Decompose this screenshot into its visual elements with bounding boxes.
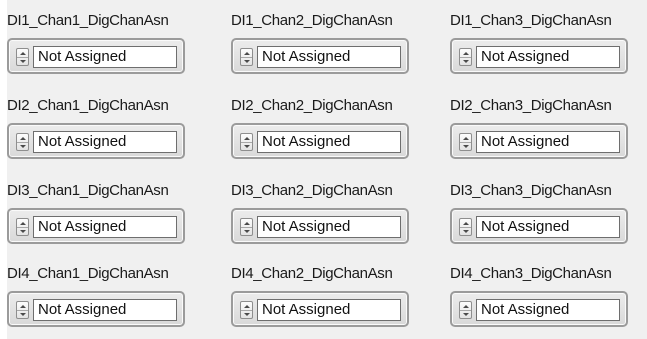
decrement-button[interactable] — [460, 310, 471, 318]
ring-control[interactable]: Not Assigned — [450, 38, 628, 74]
triangle-down-icon — [243, 59, 250, 63]
ring-value-display[interactable]: Not Assigned — [476, 46, 620, 68]
ring-value-display[interactable]: Not Assigned — [33, 131, 177, 153]
triangle-up-icon — [19, 304, 26, 308]
channel-control-di1-chan2: DI1_Chan2_DigChanAsn Not Assigned — [231, 0, 441, 84]
increment-decrement-spinner[interactable] — [16, 301, 29, 319]
decrement-button[interactable] — [241, 57, 252, 65]
channel-control-di4-chan1: DI4_Chan1_DigChanAsn Not Assigned — [7, 253, 217, 337]
triangle-down-icon — [243, 312, 250, 316]
decrement-button[interactable] — [17, 142, 28, 150]
increment-decrement-spinner[interactable] — [240, 133, 253, 151]
decrement-button[interactable] — [460, 57, 471, 65]
control-label: DI1_Chan2_DigChanAsn — [231, 12, 393, 29]
ring-value-display[interactable]: Not Assigned — [257, 131, 401, 153]
control-label: DI2_Chan2_DigChanAsn — [231, 97, 393, 114]
triangle-down-icon — [462, 229, 469, 233]
ring-control[interactable]: Not Assigned — [231, 208, 409, 244]
decrement-button[interactable] — [17, 227, 28, 235]
increment-decrement-spinner[interactable] — [16, 218, 29, 236]
decrement-button[interactable] — [241, 142, 252, 150]
ring-control[interactable]: Not Assigned — [7, 123, 185, 159]
triangle-up-icon — [243, 304, 250, 308]
ring-value-display[interactable]: Not Assigned — [476, 131, 620, 153]
decrement-button[interactable] — [460, 142, 471, 150]
triangle-up-icon — [462, 136, 469, 140]
control-label: DI3_Chan3_DigChanAsn — [450, 182, 612, 199]
decrement-button[interactable] — [241, 310, 252, 318]
increment-decrement-spinner[interactable] — [240, 218, 253, 236]
ring-control[interactable]: Not Assigned — [7, 291, 185, 327]
increment-decrement-spinner[interactable] — [459, 218, 472, 236]
ring-control[interactable]: Not Assigned — [7, 38, 185, 74]
triangle-up-icon — [462, 51, 469, 55]
increment-decrement-spinner[interactable] — [240, 301, 253, 319]
control-label: DI4_Chan2_DigChanAsn — [231, 265, 393, 282]
triangle-up-icon — [19, 221, 26, 225]
triangle-down-icon — [243, 229, 250, 233]
ring-value-display[interactable]: Not Assigned — [257, 46, 401, 68]
triangle-up-icon — [19, 136, 26, 140]
triangle-up-icon — [243, 221, 250, 225]
control-label: DI2_Chan1_DigChanAsn — [7, 97, 169, 114]
triangle-up-icon — [19, 51, 26, 55]
channel-control-di2-chan2: DI2_Chan2_DigChanAsn Not Assigned — [231, 85, 441, 169]
channel-control-di3-chan1: DI3_Chan1_DigChanAsn Not Assigned — [7, 170, 217, 254]
triangle-down-icon — [19, 312, 26, 316]
ring-value-display[interactable]: Not Assigned — [33, 46, 177, 68]
control-label: DI4_Chan1_DigChanAsn — [7, 265, 169, 282]
ring-control[interactable]: Not Assigned — [7, 208, 185, 244]
channel-control-di2-chan1: DI2_Chan1_DigChanAsn Not Assigned — [7, 85, 217, 169]
ring-value-display[interactable]: Not Assigned — [257, 299, 401, 321]
ring-value-display[interactable]: Not Assigned — [33, 299, 177, 321]
control-label: DI2_Chan3_DigChanAsn — [450, 97, 612, 114]
triangle-down-icon — [462, 312, 469, 316]
decrement-button[interactable] — [17, 310, 28, 318]
decrement-button[interactable] — [17, 57, 28, 65]
control-label: DI1_Chan1_DigChanAsn — [7, 12, 169, 29]
ring-value-display[interactable]: Not Assigned — [257, 216, 401, 238]
ring-control[interactable]: Not Assigned — [231, 38, 409, 74]
triangle-down-icon — [19, 144, 26, 148]
channel-control-di4-chan3: DI4_Chan3_DigChanAsn Not Assigned — [450, 253, 647, 337]
triangle-down-icon — [19, 59, 26, 63]
increment-decrement-spinner[interactable] — [459, 133, 472, 151]
decrement-button[interactable] — [460, 227, 471, 235]
increment-decrement-spinner[interactable] — [16, 133, 29, 151]
ring-control[interactable]: Not Assigned — [450, 208, 628, 244]
ring-value-display[interactable]: Not Assigned — [33, 216, 177, 238]
channel-control-di4-chan2: DI4_Chan2_DigChanAsn Not Assigned — [231, 253, 441, 337]
ring-control[interactable]: Not Assigned — [450, 291, 628, 327]
triangle-up-icon — [243, 136, 250, 140]
triangle-up-icon — [243, 51, 250, 55]
front-panel: DI1_Chan1_DigChanAsn Not Assigned DI1_Ch… — [7, 0, 647, 339]
control-label: DI4_Chan3_DigChanAsn — [450, 265, 612, 282]
triangle-up-icon — [462, 221, 469, 225]
increment-decrement-spinner[interactable] — [459, 48, 472, 66]
triangle-down-icon — [19, 229, 26, 233]
channel-control-di2-chan3: DI2_Chan3_DigChanAsn Not Assigned — [450, 85, 647, 169]
channel-control-di3-chan3: DI3_Chan3_DigChanAsn Not Assigned — [450, 170, 647, 254]
control-label: DI3_Chan1_DigChanAsn — [7, 182, 169, 199]
triangle-down-icon — [462, 144, 469, 148]
triangle-down-icon — [462, 59, 469, 63]
increment-decrement-spinner[interactable] — [240, 48, 253, 66]
channel-control-di1-chan1: DI1_Chan1_DigChanAsn Not Assigned — [7, 0, 217, 84]
triangle-down-icon — [243, 144, 250, 148]
ring-value-display[interactable]: Not Assigned — [476, 299, 620, 321]
control-label: DI3_Chan2_DigChanAsn — [231, 182, 393, 199]
control-label: DI1_Chan3_DigChanAsn — [450, 12, 612, 29]
triangle-up-icon — [462, 304, 469, 308]
ring-control[interactable]: Not Assigned — [450, 123, 628, 159]
decrement-button[interactable] — [241, 227, 252, 235]
channel-control-di3-chan2: DI3_Chan2_DigChanAsn Not Assigned — [231, 170, 441, 254]
ring-control[interactable]: Not Assigned — [231, 291, 409, 327]
ring-control[interactable]: Not Assigned — [231, 123, 409, 159]
increment-decrement-spinner[interactable] — [459, 301, 472, 319]
increment-decrement-spinner[interactable] — [16, 48, 29, 66]
channel-control-di1-chan3: DI1_Chan3_DigChanAsn Not Assigned — [450, 0, 647, 84]
ring-value-display[interactable]: Not Assigned — [476, 216, 620, 238]
